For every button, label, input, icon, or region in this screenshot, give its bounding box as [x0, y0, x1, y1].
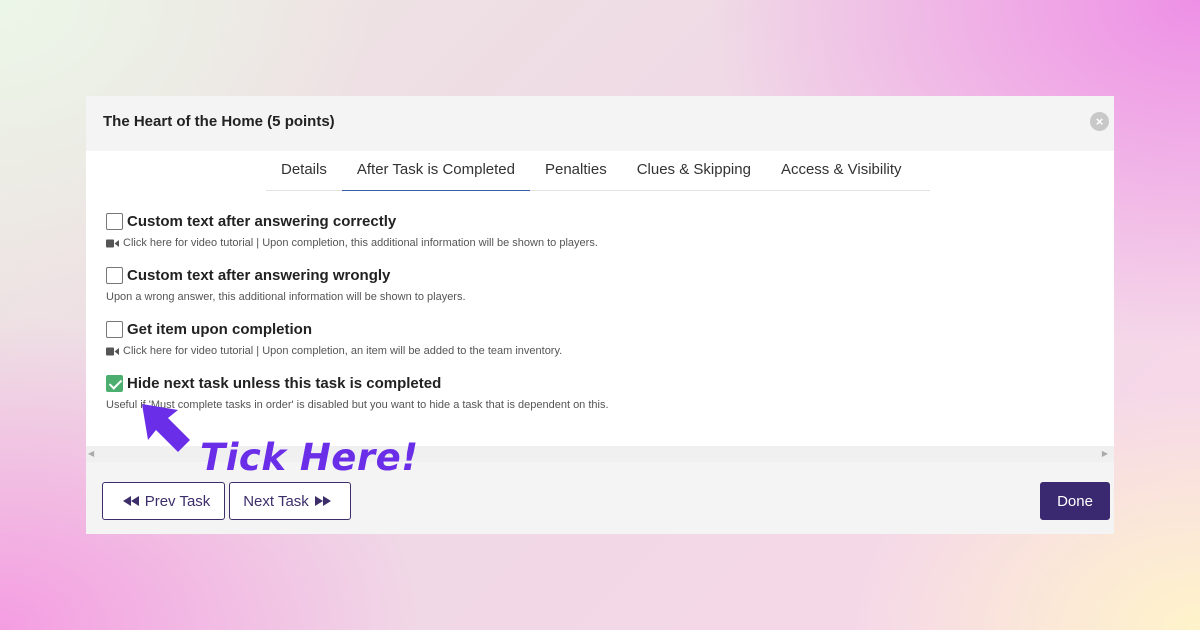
annotation-text: Tick Here!	[200, 436, 419, 479]
option-label[interactable]: Hide next task unless this task is compl…	[127, 375, 441, 392]
option-help-text: Click here for video tutorial | Upon com…	[123, 345, 563, 357]
option-help-text: Upon a wrong answer, this additional inf…	[106, 291, 466, 303]
annotation-arrow-icon	[142, 404, 190, 452]
tab-clues-skipping[interactable]: Clues & Skipping	[622, 152, 766, 191]
video-camera-icon[interactable]	[106, 347, 119, 356]
get-item-checkbox[interactable]	[106, 320, 123, 338]
custom-text-wrong-checkbox[interactable]	[106, 266, 123, 284]
custom-text-correct-checkbox[interactable]	[106, 212, 123, 230]
next-task-label: Next Task	[243, 492, 309, 510]
prev-task-label: Prev Task	[144, 492, 211, 510]
option-help-text: Click here for video tutorial | Upon com…	[123, 237, 598, 249]
rewind-icon	[122, 496, 139, 506]
option-custom-text-wrong: Custom text after answering wrongly Upon…	[106, 265, 1086, 319]
modal-title: The Heart of the Home (5 points)	[103, 113, 335, 130]
tab-access-visibility[interactable]: Access & Visibility	[766, 152, 917, 191]
hide-next-task-checkbox[interactable]	[106, 374, 123, 392]
prev-task-button[interactable]: Prev Task	[102, 482, 225, 520]
modal-header: The Heart of the Home (5 points) ×	[86, 96, 1114, 151]
tab-bar: Details After Task is Completed Penaltie…	[266, 152, 930, 191]
option-custom-text-correct: Custom text after answering correctly Cl…	[106, 211, 1086, 265]
tab-details[interactable]: Details	[266, 152, 342, 191]
scroll-right-icon[interactable]: ▶	[1102, 449, 1108, 458]
tab-penalties[interactable]: Penalties	[530, 152, 622, 191]
option-label[interactable]: Custom text after answering wrongly	[127, 267, 390, 284]
done-button[interactable]: Done	[1040, 482, 1110, 520]
option-label[interactable]: Get item upon completion	[127, 321, 312, 338]
scroll-left-icon[interactable]: ◀	[88, 449, 94, 458]
close-icon[interactable]: ×	[1090, 112, 1109, 131]
video-camera-icon[interactable]	[106, 239, 119, 248]
options-list: Custom text after answering correctly Cl…	[106, 211, 1086, 427]
next-task-button[interactable]: Next Task	[229, 482, 351, 520]
option-get-item: Get item upon completion Click here for …	[106, 319, 1086, 373]
fast-forward-icon	[314, 496, 331, 506]
option-hide-next-task: Hide next task unless this task is compl…	[106, 373, 1086, 427]
option-label[interactable]: Custom text after answering correctly	[127, 213, 396, 230]
tab-after-task-completed[interactable]: After Task is Completed	[341, 152, 530, 191]
